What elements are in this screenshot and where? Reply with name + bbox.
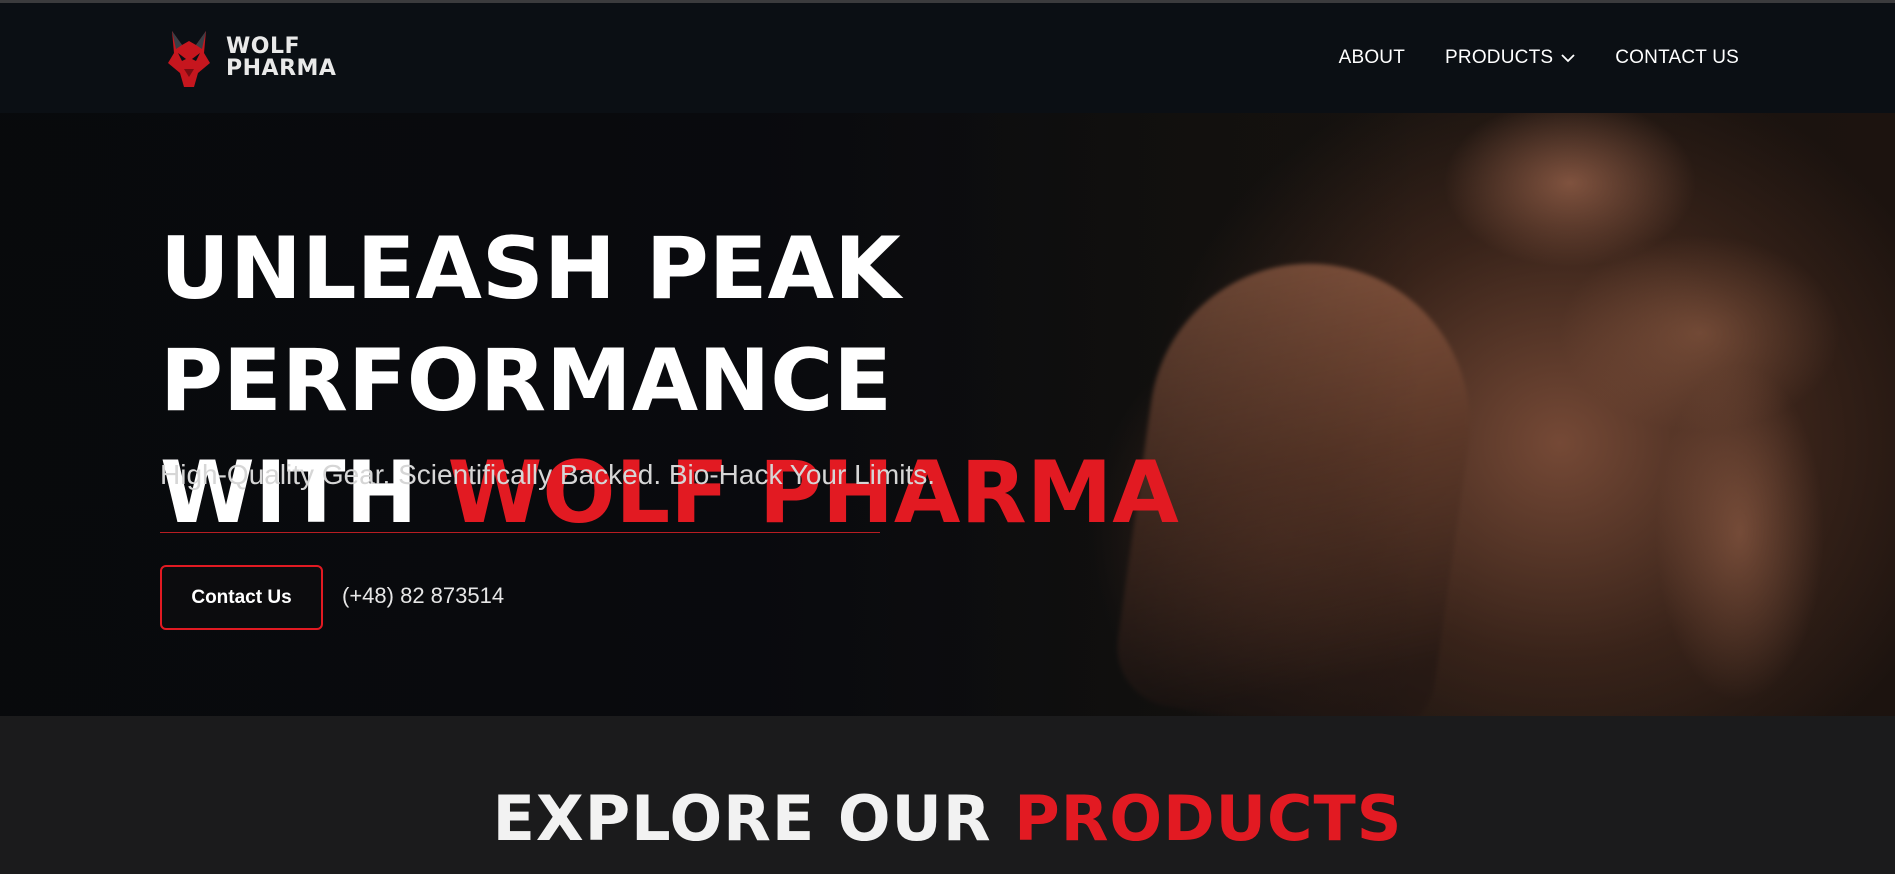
nav-contact[interactable]: CONTACT US [1615, 47, 1739, 69]
contact-us-button-label: Contact Us [191, 586, 292, 608]
chevron-down-icon [1561, 54, 1575, 63]
hero-section: UNLEASH PEAK PERFORMANCE WITH WOLF PHARM… [0, 113, 1895, 716]
brand-logo[interactable]: WOLF PHARMA [164, 25, 364, 91]
headline-line2-accent: WOLF PHARMA [447, 443, 1179, 543]
products-section: EXPLORE OUR PRODUCTS [0, 716, 1895, 874]
nav-products[interactable]: PRODUCTS [1445, 47, 1575, 69]
hero-subheadline: High-Quality Gear. Scientifically Backed… [160, 459, 935, 490]
nav-products-label: PRODUCTS [1445, 47, 1554, 68]
products-section-title: EXPLORE OUR PRODUCTS [0, 782, 1895, 855]
brand-name: WOLF PHARMA [226, 36, 336, 80]
nav-contact-label: CONTACT US [1615, 47, 1739, 68]
hero-headline: UNLEASH PEAK PERFORMANCE WITH WOLF PHARM… [160, 213, 1660, 549]
hero-divider [160, 532, 880, 533]
wolf-head-icon [168, 31, 210, 87]
nav-about-label: ABOUT [1338, 47, 1406, 68]
brand-line2: PHARMA [226, 56, 337, 81]
nav-about[interactable]: ABOUT [1339, 47, 1405, 69]
main-nav: ABOUT PRODUCTS CONTACT US [1339, 3, 1739, 113]
contact-us-button[interactable]: Contact Us [160, 565, 323, 630]
headline-line1: UNLEASH PEAK PERFORMANCE [160, 219, 901, 431]
brand-line1: WOLF [226, 34, 301, 59]
products-title-accent: PRODUCTS [1014, 782, 1403, 855]
products-title-prefix: EXPLORE OUR [492, 782, 992, 855]
hero-phone-number[interactable]: (+48) 82 873514 [342, 583, 504, 609]
headline-line2-prefix: WITH [160, 443, 418, 543]
site-header: WOLF PHARMA ABOUT PRODUCTS CONTACT US [0, 3, 1895, 113]
